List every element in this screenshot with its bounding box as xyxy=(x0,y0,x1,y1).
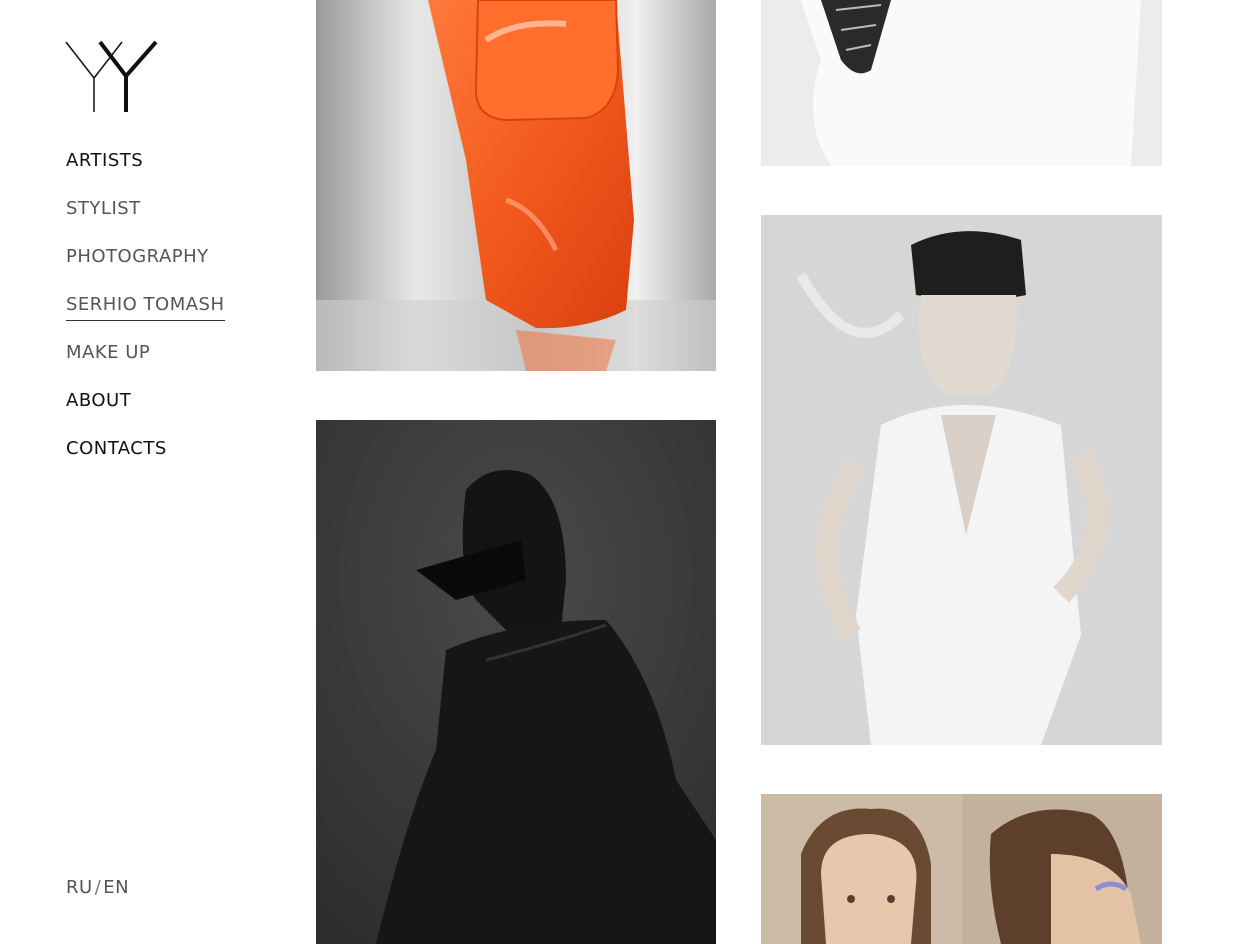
lang-ru-link[interactable]: RU xyxy=(66,877,93,898)
yy-monogram-logo[interactable] xyxy=(64,40,158,114)
main-navigation: ARTISTS STYLIST PHOTOGRAPHY SERHIO TOMAS… xyxy=(66,152,225,488)
gallery-image-white-dress[interactable] xyxy=(761,0,1162,166)
gallery-image-dark-portrait[interactable] xyxy=(316,420,716,944)
logo-icon xyxy=(65,40,158,112)
nav-item-stylist[interactable]: STYLIST xyxy=(66,200,225,248)
gallery-image-orange-shoe[interactable] xyxy=(316,0,716,371)
language-switcher: RU / EN xyxy=(66,877,129,898)
lang-separator: / xyxy=(94,877,102,898)
lang-en-link[interactable]: EN xyxy=(103,877,129,898)
nav-item-artists[interactable]: ARTISTS xyxy=(66,152,225,200)
nav-item-serhio-tomash[interactable]: SERHIO TOMASH xyxy=(66,296,225,344)
gallery-image-white-vest[interactable] xyxy=(761,215,1162,745)
nav-item-about[interactable]: ABOUT xyxy=(66,392,225,440)
nav-item-photography[interactable]: PHOTOGRAPHY xyxy=(66,248,225,296)
nav-item-make-up[interactable]: MAKE UP xyxy=(66,344,225,392)
gallery-image-makeup-pair[interactable] xyxy=(761,794,1162,944)
nav-item-contacts[interactable]: CONTACTS xyxy=(66,440,225,488)
